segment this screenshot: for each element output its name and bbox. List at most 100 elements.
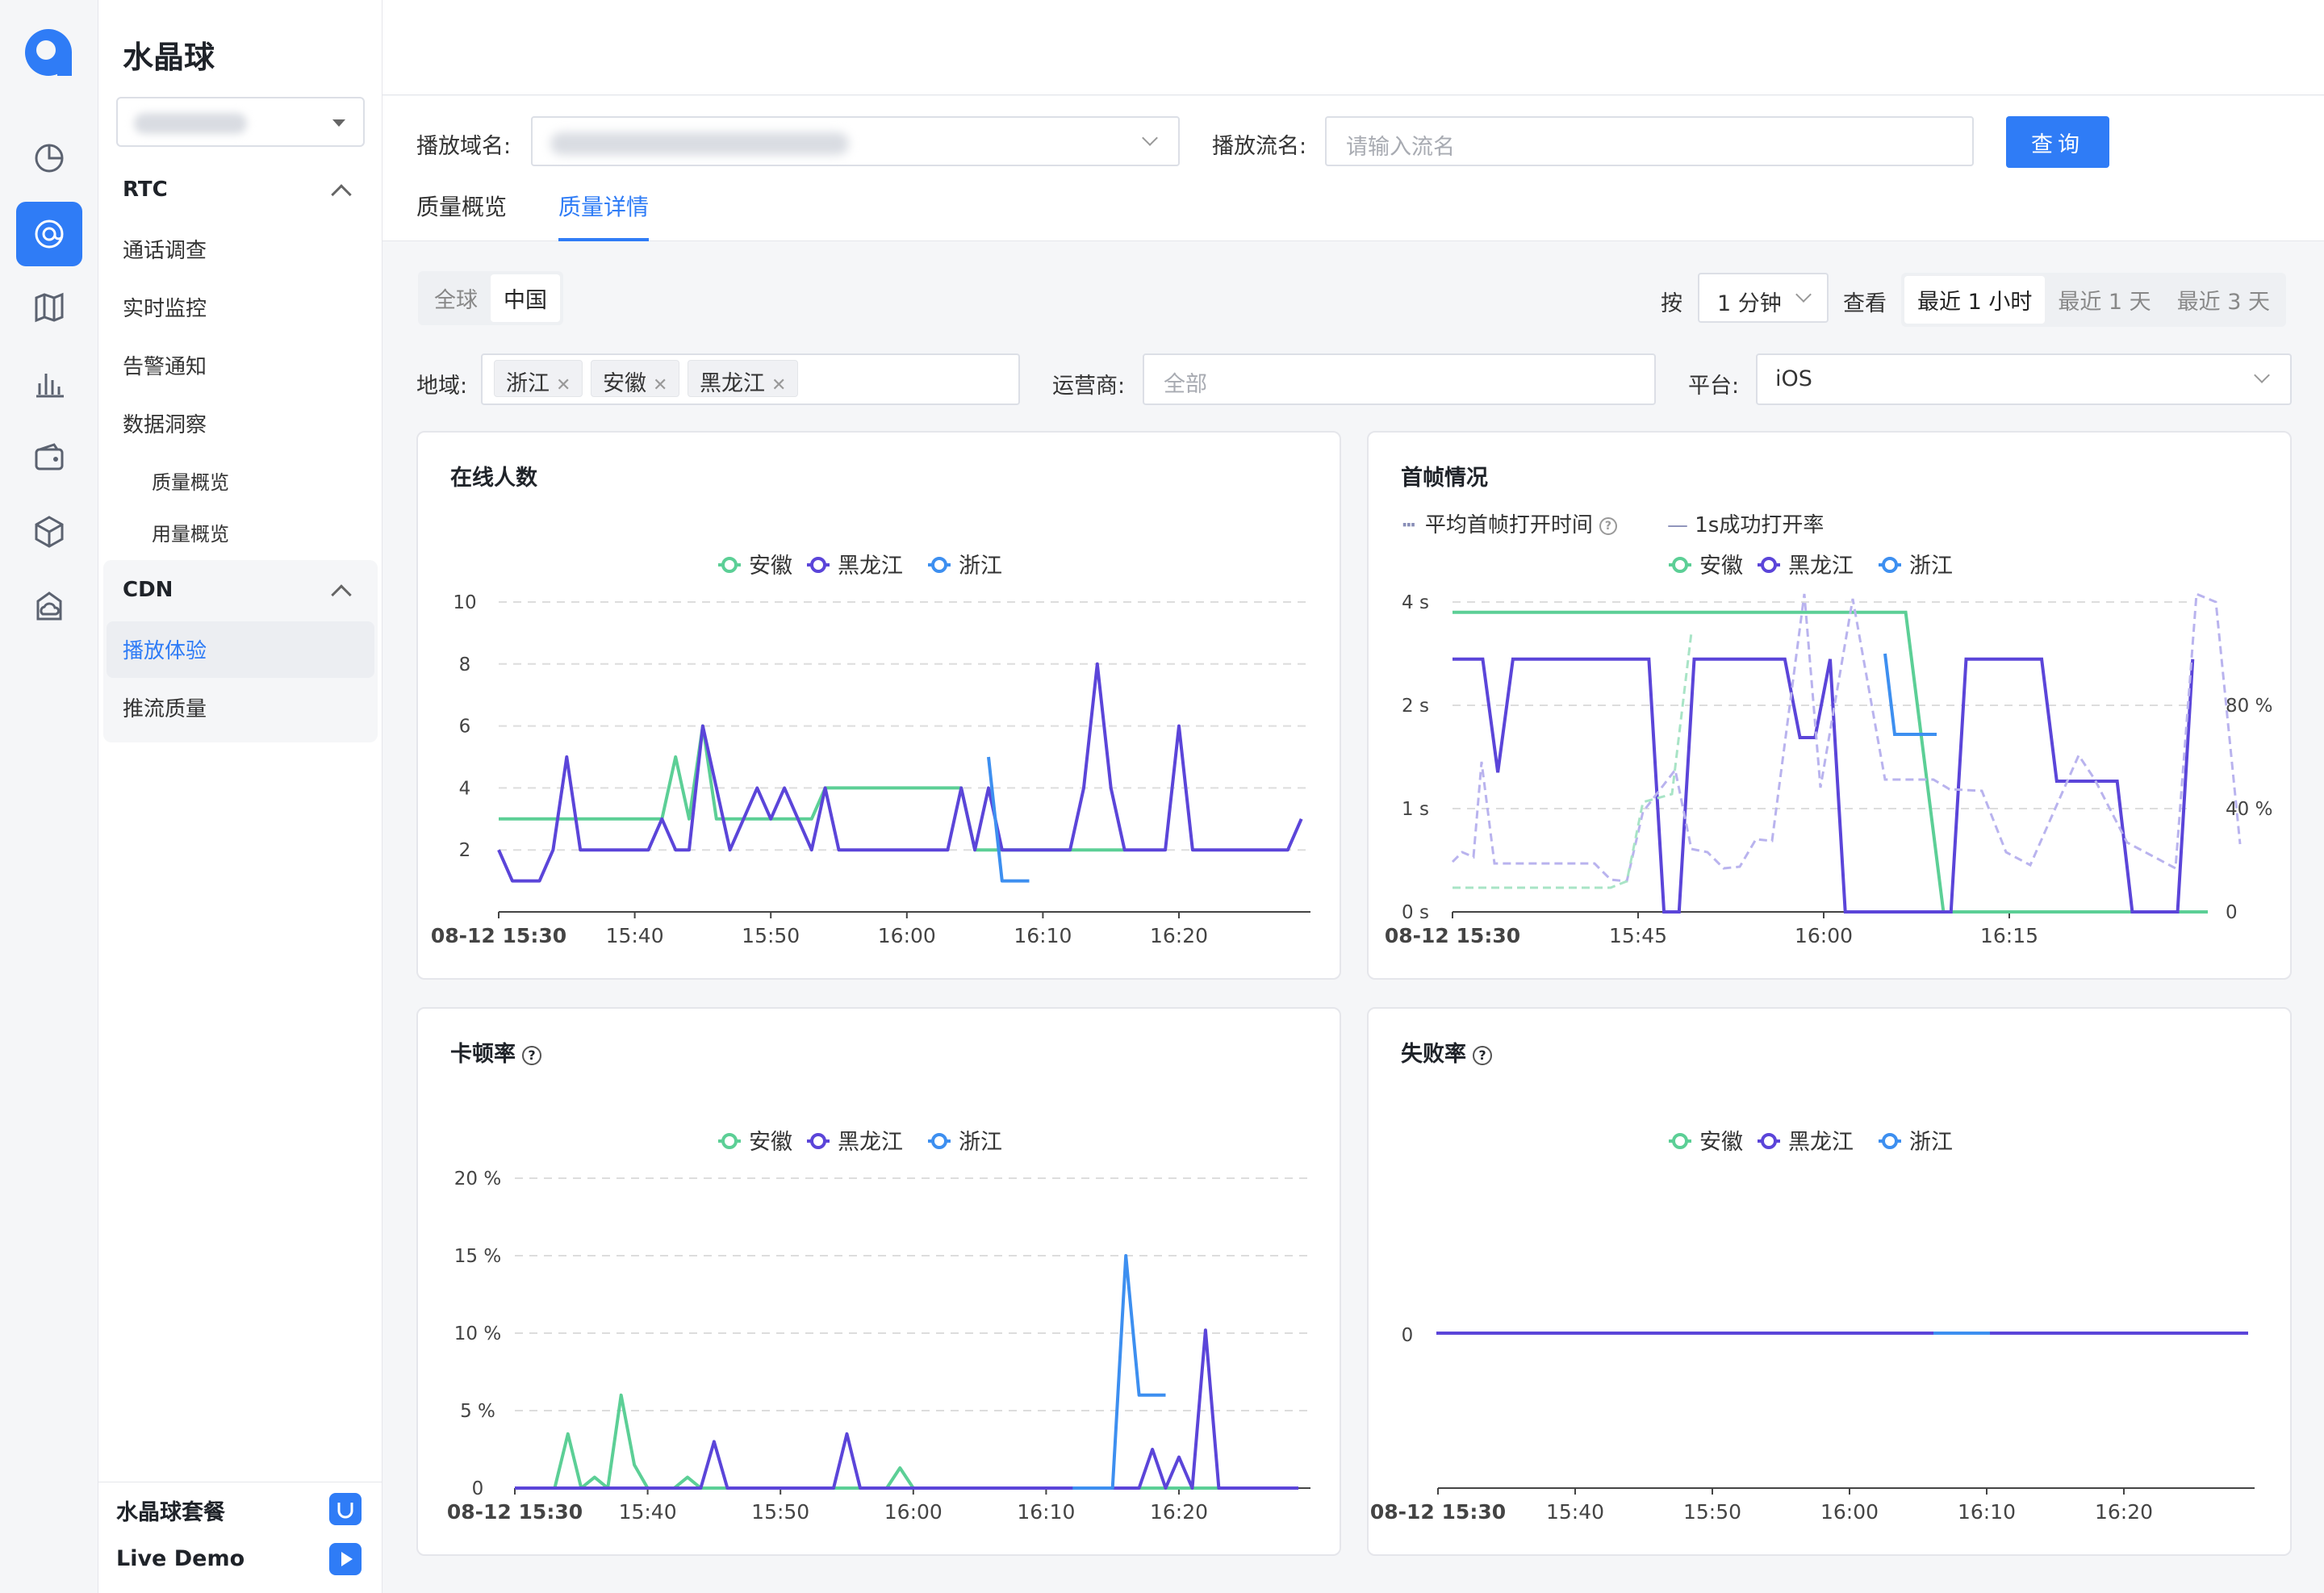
x-tick-label: 08-12 15:30 xyxy=(447,1500,583,1524)
x-tick-label: 15:45 xyxy=(1609,924,1667,947)
legend-marker xyxy=(1672,1133,1688,1149)
y-tick-label: 4 s xyxy=(1402,592,1429,613)
sidebar-item-call-survey[interactable]: 通话调查 xyxy=(123,234,207,264)
platform-label: 平台: xyxy=(1688,374,1740,399)
legend-item[interactable]: 浙江 xyxy=(928,1130,1002,1155)
legend-label: 安徽 xyxy=(1699,1130,1743,1155)
y-tick-label: 10 % xyxy=(454,1323,501,1344)
legend-item[interactable]: 浙江 xyxy=(1879,554,1953,579)
chevron-down-icon xyxy=(2254,367,2270,383)
legend-item[interactable]: 黑龙江 xyxy=(807,554,903,579)
x-tick-label: 16:15 xyxy=(1980,924,2038,947)
x-tick-label: 15:50 xyxy=(1683,1500,1741,1524)
chart-card-first-frame: 首帧情况 ┅ 平均首帧打开时间? — 1s成功打开率 安徽 黑龙江 浙江 0 s1 s… xyxy=(1367,431,2292,980)
x-tick-label: 08-12 15:30 xyxy=(431,924,566,947)
range-3d[interactable]: 最近 3 天 xyxy=(2164,276,2283,324)
stream-input[interactable]: 请输入流名 xyxy=(1325,116,1974,166)
series-line xyxy=(1451,592,2242,883)
region-tag-anhui[interactable]: 安徽 ✕ xyxy=(591,360,680,397)
pie-chart-icon[interactable] xyxy=(31,139,68,176)
close-icon[interactable]: ✕ xyxy=(771,375,786,395)
series-line xyxy=(1452,610,2208,914)
x-tick-label: 16:10 xyxy=(1017,1500,1075,1524)
sidebar-section-rtc[interactable]: RTC xyxy=(123,178,168,202)
at-sign-icon[interactable] xyxy=(16,202,82,266)
domain-label: 播放域名: xyxy=(416,134,512,159)
legend-item[interactable]: 浙江 xyxy=(1879,1130,1953,1155)
legend-item[interactable]: 安徽 xyxy=(1669,1130,1743,1155)
project-select[interactable] xyxy=(116,97,365,147)
x-tick-label: 16:20 xyxy=(1150,924,1208,947)
y-tick-label: 4 xyxy=(459,778,471,799)
y-tick-label: 20 % xyxy=(454,1169,501,1190)
map-icon[interactable] xyxy=(31,289,68,326)
stall-rate-chart: 安徽 黑龙江 浙江 0 5 % 10 % 15 % 20 % 08-12 15:30 15:40 1… xyxy=(447,1130,1310,1524)
sidebar-subitem-usage-overview[interactable]: 用量概览 xyxy=(152,518,229,546)
platform-select[interactable]: iOS xyxy=(1756,353,2292,405)
region-tag-heilongjiang[interactable]: 黑龙江 ✕ xyxy=(688,360,799,397)
cube-icon[interactable] xyxy=(31,513,68,550)
sidebar-item-realtime-monitor[interactable]: 实时监控 xyxy=(123,292,207,322)
icon-rail xyxy=(0,0,98,1593)
scope-global[interactable]: 全球 xyxy=(421,274,491,322)
stream-label: 播放流名: xyxy=(1212,134,1307,159)
live-demo-link[interactable]: Live Demo xyxy=(116,1546,245,1571)
sidebar-item-alerts[interactable]: 告警通知 xyxy=(123,350,207,380)
query-button[interactable]: 查询 xyxy=(2006,116,2109,168)
x-tick-label: 15:50 xyxy=(742,924,800,947)
legend-item[interactable]: 安徽 xyxy=(718,1130,792,1155)
bar-chart-icon[interactable] xyxy=(31,365,68,402)
by-label: 按 xyxy=(1661,291,1682,316)
x-tick-label: 16:00 xyxy=(1795,924,1853,947)
y-tick-label: 0 s xyxy=(1402,902,1429,923)
tab-quality-overview[interactable]: 质量概览 xyxy=(416,190,507,222)
filter-bar: 播放域名: 播放流名: 请输入流名 查询 质量概览 质量详情 xyxy=(382,96,2324,241)
interval-select[interactable]: 1 分钟 xyxy=(1698,273,1829,323)
legend-label: 安徽 xyxy=(1699,554,1743,579)
legend-marker xyxy=(810,557,826,573)
x-tick-label: 08-12 15:30 xyxy=(1385,924,1520,947)
domain-select[interactable] xyxy=(531,116,1180,166)
range-1h[interactable]: 最近 1 小时 xyxy=(1904,276,2046,324)
sidebar-item-data-insight[interactable]: 数据洞察 xyxy=(123,408,207,438)
legend-item[interactable]: 浙江 xyxy=(928,554,1002,579)
y-right-tick-label: 40 % xyxy=(2226,799,2272,820)
sidebar-item-push-quality[interactable]: 推流质量 xyxy=(123,692,207,722)
legend-item[interactable]: 安徽 xyxy=(1669,554,1743,579)
legend-marker xyxy=(1672,557,1688,573)
scope-toggle: 全球 中国 xyxy=(418,271,563,325)
plan-link[interactable]: 水晶球套餐 xyxy=(116,1495,225,1526)
range-1d[interactable]: 最近 1 天 xyxy=(2045,276,2163,324)
y-tick-label: 2 xyxy=(459,840,471,861)
legend-item[interactable]: 安徽 xyxy=(718,554,792,579)
region-tag-zhejiang[interactable]: 浙江 ✕ xyxy=(494,360,583,397)
y-tick-label: 5 % xyxy=(460,1401,495,1422)
sidebar-subitem-quality-overview[interactable]: 质量概览 xyxy=(152,466,229,495)
close-icon[interactable]: ✕ xyxy=(556,375,571,395)
sidebar-item-playback[interactable]: 播放体验 xyxy=(123,634,207,664)
x-tick-label: 15:40 xyxy=(606,924,664,947)
chevron-down-icon xyxy=(1142,130,1158,146)
sidebar-section-cdn[interactable]: CDN xyxy=(123,578,173,602)
cloud-box-icon[interactable] xyxy=(31,587,68,625)
legend-item[interactable]: 黑龙江 xyxy=(1758,554,1854,579)
x-tick-label: 16:20 xyxy=(1150,1500,1208,1524)
close-icon[interactable]: ✕ xyxy=(653,375,667,395)
legend-label: 黑龙江 xyxy=(838,554,903,579)
legend-marker xyxy=(931,557,947,573)
play-icon[interactable] xyxy=(329,1543,362,1575)
isp-select[interactable]: 全部 xyxy=(1143,353,1656,405)
wallet-icon[interactable] xyxy=(31,439,68,476)
chart-card-online-users: 在线人数 安徽 黑龙江 浙江 2 4 6 8 10 08-12 15:30 15:40 15:50 1… xyxy=(416,431,1341,980)
app-logo-icon[interactable] xyxy=(25,29,72,76)
legend-label: 浙江 xyxy=(1909,554,1953,579)
tab-quality-details[interactable]: 质量详情 xyxy=(558,190,649,222)
chevron-down-icon xyxy=(1795,286,1812,303)
scope-china[interactable]: 中国 xyxy=(491,274,560,322)
chevron-up-icon[interactable] xyxy=(331,184,352,205)
x-tick-label: 16:20 xyxy=(2095,1500,2153,1524)
x-tick-label: 15:40 xyxy=(619,1500,677,1524)
bag-icon[interactable] xyxy=(329,1493,362,1525)
legend-item[interactable]: 黑龙江 xyxy=(1758,1130,1854,1155)
legend-item[interactable]: 黑龙江 xyxy=(807,1130,903,1155)
